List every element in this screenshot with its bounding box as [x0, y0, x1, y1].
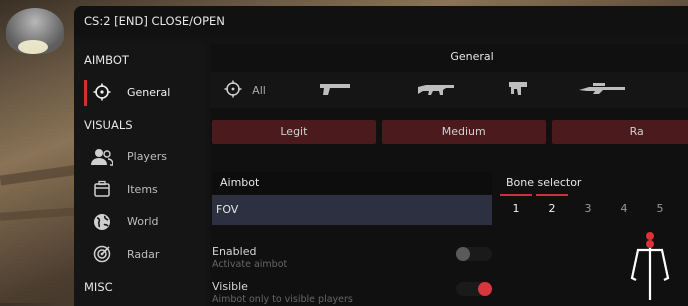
bone-tab-4[interactable]: 4 — [606, 194, 642, 224]
bone-tab-1[interactable]: 1 — [498, 194, 534, 224]
weapon-all-label: All — [252, 83, 266, 97]
smg-icon — [508, 80, 528, 100]
sidebar-item-general[interactable]: General — [74, 76, 206, 109]
aimbot-group-header: Aimbot — [212, 172, 492, 194]
bone-tab-5[interactable]: 5 — [642, 194, 678, 224]
sidebar-item-items[interactable]: Items — [74, 173, 206, 206]
bone-tab-3[interactable]: 3 — [570, 194, 606, 224]
enabled-toggle[interactable] — [456, 247, 492, 261]
sidebar-section-aimbot: AIMBOT — [84, 53, 129, 67]
sidebar-item-label: World — [127, 215, 159, 229]
option-enabled: Enabled Activate aimbot — [212, 245, 492, 270]
option-enabled-subtitle: Activate aimbot — [212, 259, 288, 270]
weapon-sniper[interactable] — [552, 72, 652, 108]
mode-legit-button[interactable]: Legit — [212, 120, 376, 144]
skeleton-figure[interactable] — [620, 230, 680, 306]
crosshair-icon — [91, 81, 113, 103]
sidebar-item-label: Items — [127, 182, 158, 196]
sidebar-item-label: General — [127, 85, 171, 99]
sidebar-section-visuals: VISUALS — [84, 117, 133, 132]
sidebar-item-world[interactable]: World — [74, 206, 206, 239]
toggle-knob — [478, 282, 492, 296]
weapon-selector: All — [210, 72, 688, 108]
items-icon — [91, 178, 113, 200]
option-visible-title: Visible — [212, 280, 248, 293]
background-lamp-glow — [18, 40, 48, 54]
option-visible-subtitle: Aimbot only to visible players — [212, 294, 353, 305]
mode-buttons: Legit Medium Ra — [212, 120, 688, 144]
bone-selector-tabs: 1 2 3 4 5 — [498, 194, 678, 224]
window-title[interactable]: CS:2 [END] CLOSE/OPEN — [74, 6, 688, 36]
sidebar: AIMBOT General VISUALS Players Items Wor… — [74, 44, 206, 306]
pistol-icon — [319, 81, 351, 100]
main-header: General — [450, 50, 494, 63]
weapon-rifle[interactable] — [390, 72, 484, 108]
rifle-icon — [418, 81, 456, 100]
fov-setting[interactable]: FOV — [212, 195, 492, 225]
option-visible: Visible Aimbot only to visible players — [212, 280, 492, 305]
option-enabled-title: Enabled — [212, 245, 257, 258]
sniper-icon — [579, 81, 625, 100]
background-beam — [0, 164, 81, 186]
visible-toggle[interactable] — [456, 282, 492, 296]
sidebar-item-label: Radar — [127, 247, 160, 261]
world-icon — [91, 211, 113, 233]
crosshair-icon — [224, 80, 242, 101]
bone-tab-2[interactable]: 2 — [534, 194, 570, 224]
weapon-all[interactable]: All — [210, 72, 280, 108]
sidebar-item-label: Players — [127, 150, 167, 164]
sidebar-item-radar[interactable]: Radar — [74, 238, 206, 271]
background-beam — [0, 207, 81, 221]
mode-medium-button[interactable]: Medium — [381, 120, 546, 144]
cheat-menu-window: CS:2 [END] CLOSE/OPEN AIMBOT General VIS… — [74, 6, 688, 306]
mode-rage-button[interactable]: Ra — [551, 120, 688, 144]
sidebar-item-players[interactable]: Players — [74, 141, 206, 174]
bone-selector-header: Bone selector — [506, 176, 582, 189]
toggle-knob — [456, 247, 470, 261]
sidebar-section-misc: MISC — [84, 279, 113, 294]
radar-icon — [91, 243, 113, 265]
weapon-pistol[interactable] — [280, 72, 390, 108]
weapon-smg[interactable] — [484, 72, 552, 108]
players-icon — [91, 146, 113, 168]
main-panel: General All Legit Medium Ra Aimbot FOV E… — [210, 44, 688, 306]
